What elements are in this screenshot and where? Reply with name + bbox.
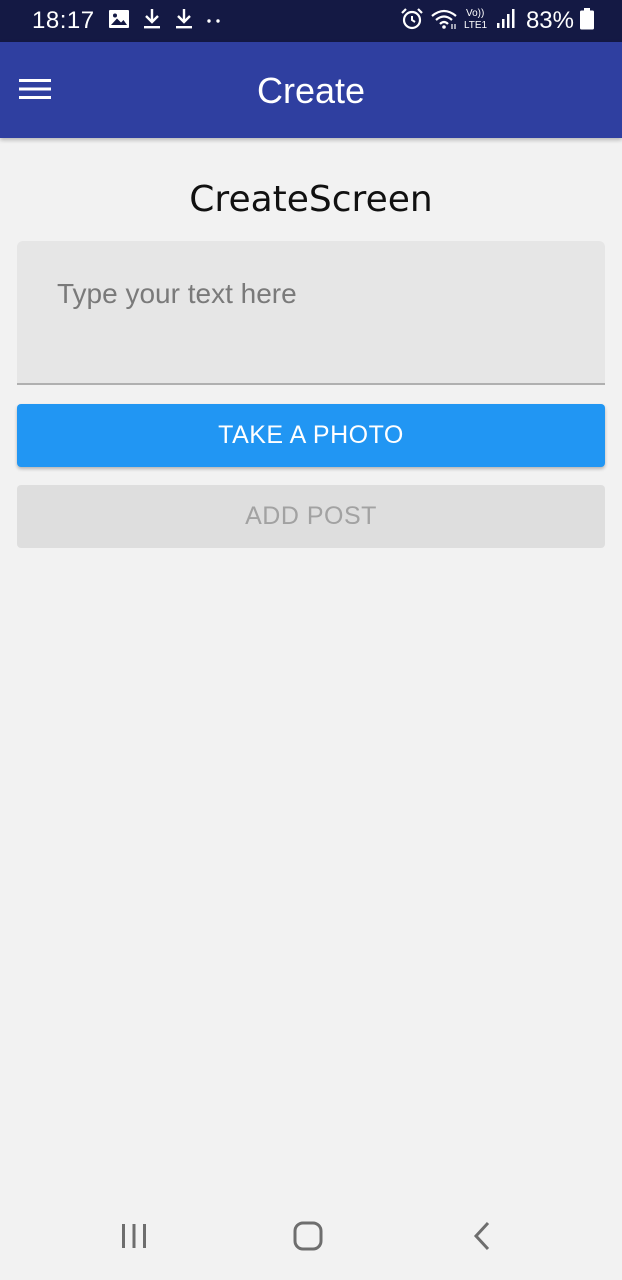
lte-label: LTE1 — [463, 20, 488, 31]
home-icon — [293, 1221, 323, 1256]
status-bar: 18:17 Vo)) LTE1 83% — [0, 0, 622, 42]
wifi-icon — [430, 8, 458, 35]
status-time: 18:17 — [32, 7, 95, 34]
page-title: CreateScreen — [189, 179, 433, 220]
volte-label: Vo)) — [465, 8, 485, 19]
download-icon — [142, 8, 162, 35]
system-icons: Vo)) LTE1 83% — [394, 6, 594, 36]
battery-icon — [580, 7, 594, 35]
take-photo-label: TAKE A PHOTO — [218, 421, 404, 449]
take-photo-button[interactable]: TAKE A PHOTO — [17, 404, 605, 467]
back-icon — [472, 1221, 492, 1256]
text-field[interactable] — [17, 241, 605, 385]
post-text-input[interactable] — [55, 271, 579, 317]
battery-percent: 83% — [525, 7, 574, 34]
more-dots-icon — [206, 12, 222, 30]
download-icon — [174, 8, 194, 35]
add-post-button[interactable]: ADD POST — [17, 485, 605, 548]
system-nav-bar — [0, 1195, 622, 1280]
app-bar: Create — [0, 42, 622, 138]
notification-icons — [108, 8, 234, 35]
alarm-icon — [400, 7, 424, 36]
back-button[interactable] — [452, 1213, 512, 1263]
volte-lte-icon: Vo)) LTE1 — [464, 8, 490, 34]
create-screen: 18:17 Vo)) LTE1 83% Create CreateScreen … — [0, 0, 622, 1280]
home-button[interactable] — [278, 1213, 338, 1263]
recent-apps-icon — [120, 1223, 148, 1254]
recent-apps-button[interactable] — [104, 1213, 164, 1263]
app-title: Create — [256, 70, 366, 111]
add-post-label: ADD POST — [245, 502, 377, 530]
signal-icon — [496, 8, 516, 35]
image-icon — [108, 9, 130, 34]
